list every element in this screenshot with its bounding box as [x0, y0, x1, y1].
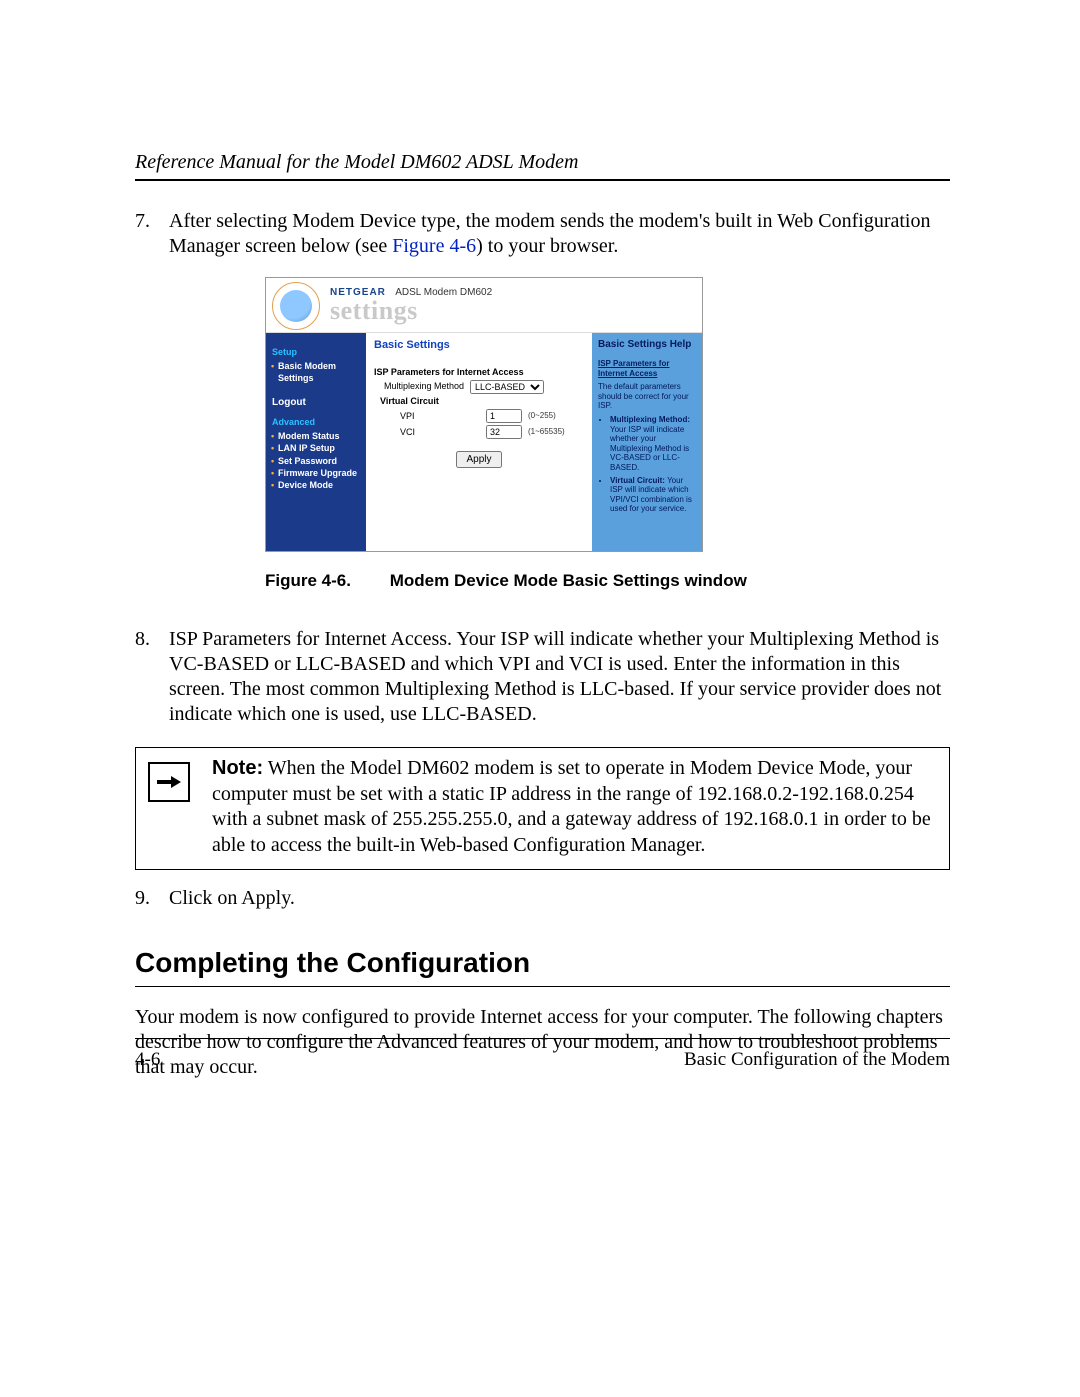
sidebar-group-advanced: Advanced	[272, 417, 360, 428]
sidebar: Setup Basic Modem Settings Logout Advanc…	[266, 333, 366, 551]
help-title: Basic Settings Help	[598, 339, 696, 351]
step-list: 7. After selecting Modem Device type, th…	[135, 209, 950, 259]
netgear-logo-icon	[272, 282, 320, 330]
arrow-right-icon	[148, 762, 190, 802]
sidebar-item-basic-modem[interactable]: Basic Modem Settings	[272, 360, 360, 384]
panel-subtitle: ISP Parameters for Internet Access	[374, 367, 584, 378]
section-rule	[135, 986, 950, 987]
note-lead: Note:	[212, 757, 263, 779]
help-panel: Basic Settings Help ISP Parameters for I…	[592, 333, 702, 551]
sidebar-group-setup: Setup	[272, 347, 360, 358]
panel-title: Basic Settings	[374, 339, 584, 353]
mux-label: Multiplexing Method	[374, 381, 470, 392]
help-bullet-vc: Virtual Circuit: Your ISP will indicate …	[610, 476, 696, 514]
step-body: After selecting Modem Device type, the m…	[169, 209, 950, 259]
sidebar-item-set-password[interactable]: Set Password	[272, 455, 360, 467]
vpi-input[interactable]	[486, 409, 522, 423]
note-box: Note: When the Model DM602 modem is set …	[135, 747, 950, 869]
figure-4-6: NETGEAR ADSL Modem DM602 settings Setup …	[265, 277, 950, 591]
netgear-header: NETGEAR ADSL Modem DM602 settings	[266, 278, 702, 333]
main-panel: Basic Settings ISP Parameters for Intern…	[366, 333, 592, 551]
sidebar-item-modem-status[interactable]: Modem Status	[272, 430, 360, 442]
figure-link[interactable]: Figure 4-6	[392, 235, 476, 257]
step-list-cont2: 9. Click on Apply.	[135, 886, 950, 911]
figure-caption: Figure 4-6. Modem Device Mode Basic Sett…	[265, 570, 950, 591]
figure-caption-label: Figure 4-6.	[265, 570, 385, 591]
step-number: 9.	[135, 886, 169, 911]
apply-button[interactable]: Apply	[456, 451, 501, 468]
sidebar-logout[interactable]: Logout	[272, 397, 360, 410]
page-number: 4-6	[135, 1048, 160, 1072]
chapter-title: Basic Configuration of the Modem	[684, 1048, 950, 1072]
header-rule	[135, 179, 950, 181]
vci-input[interactable]	[486, 425, 522, 439]
step-list-cont: 8. ISP Parameters for Internet Access. Y…	[135, 627, 950, 727]
vpi-label: VPI	[374, 411, 486, 422]
sidebar-item-firmware[interactable]: Firmware Upgrade	[272, 467, 360, 479]
mux-select[interactable]: LLC-BASED	[470, 380, 544, 394]
vci-range: (1~65535)	[522, 427, 565, 437]
manual-page: Reference Manual for the Model DM602 ADS…	[0, 0, 1080, 1397]
step-9: 9. Click on Apply.	[135, 886, 950, 911]
step-8: 8. ISP Parameters for Internet Access. Y…	[135, 627, 950, 727]
step-body: Click on Apply.	[169, 886, 950, 911]
note-body: When the Model DM602 modem is set to ope…	[212, 757, 931, 856]
footer-rule	[135, 1038, 950, 1039]
vci-label: VCI	[374, 427, 486, 438]
sidebar-item-device-mode[interactable]: Device Mode	[272, 479, 360, 491]
section-heading: Completing the Configuration	[135, 945, 950, 980]
vpi-range: (0~255)	[522, 411, 556, 421]
help-section: ISP Parameters for Internet Access	[598, 359, 696, 378]
help-intro: The default parameters should be correct…	[598, 382, 696, 411]
step-text-post: ) to your browser.	[476, 235, 618, 257]
step-body: ISP Parameters for Internet Access. Your…	[169, 627, 950, 727]
step-7: 7. After selecting Modem Device type, th…	[135, 209, 950, 259]
netgear-title: NETGEAR ADSL Modem DM602 settings	[330, 288, 492, 324]
virtual-circuit-label: Virtual Circuit	[374, 396, 466, 407]
page-header-title: Reference Manual for the Model DM602 ADS…	[135, 150, 950, 175]
step-number: 8.	[135, 627, 169, 727]
sidebar-item-lan-ip[interactable]: LAN IP Setup	[272, 442, 360, 454]
note-text: Note: When the Model DM602 modem is set …	[212, 756, 937, 858]
step-number: 7.	[135, 209, 169, 259]
help-bullet-mux: Multiplexing Method: Your ISP will indic…	[610, 415, 696, 473]
netgear-window: NETGEAR ADSL Modem DM602 settings Setup …	[265, 277, 703, 552]
figure-caption-text: Modem Device Mode Basic Settings window	[390, 571, 747, 590]
settings-word: settings	[330, 298, 492, 324]
